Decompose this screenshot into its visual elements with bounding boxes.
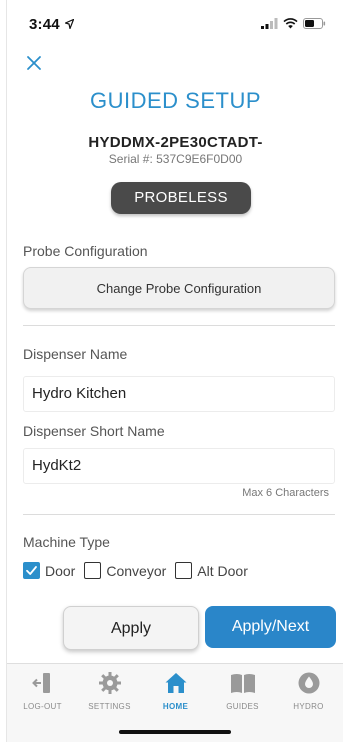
dispenser-name-label: Dispenser Name: [23, 346, 128, 362]
machine-type-conveyor-checkbox[interactable]: Conveyor: [84, 562, 166, 579]
logout-icon: [31, 673, 50, 693]
tab-log-out[interactable]: LOG-OUT: [9, 664, 76, 722]
checkbox-unchecked-icon: [175, 562, 193, 579]
home-icon: [165, 673, 186, 693]
page-title: GUIDED SETUP: [89, 88, 262, 113]
tab-label: SETTINGS: [88, 702, 131, 711]
wifi-icon: [283, 18, 298, 29]
status-bar: 3:44: [7, 0, 343, 40]
home-indicator: [119, 730, 231, 734]
checkbox-unchecked-icon: [84, 562, 102, 579]
dispenser-short-name-label: Dispenser Short Name: [23, 423, 165, 439]
probeless-badge: PROBELESS: [111, 182, 251, 214]
apply-next-button[interactable]: Apply/Next: [205, 606, 336, 648]
tab-settings[interactable]: SETTINGS: [76, 664, 143, 722]
serial-number: Serial #: 537C9E6F0D00: [108, 152, 243, 166]
tab-home[interactable]: HOME: [142, 664, 209, 722]
close-icon[interactable]: [23, 52, 45, 74]
drop-icon: [298, 672, 319, 694]
status-icons: [261, 18, 326, 29]
checkbox-checked-icon: [23, 562, 40, 579]
dispenser-name-input[interactable]: Hydro Kitchen: [23, 376, 335, 412]
tab-guides[interactable]: GUIDES: [209, 664, 276, 722]
model-number: HYDDMX-2PE30CTADT-: [88, 134, 263, 151]
dispenser-short-name-input[interactable]: HydKt2: [23, 448, 335, 484]
checkbox-label: Door: [45, 562, 76, 579]
tab-bar: LOG-OUT SETTINGS HOME GUIDES HYDRO: [7, 663, 343, 742]
location-arrow-icon: [65, 19, 74, 29]
apply-button[interactable]: Apply: [63, 606, 199, 650]
status-time: 3:44: [29, 16, 60, 33]
gear-icon: [98, 672, 121, 694]
tab-label: HOME: [162, 702, 189, 711]
tab-label: GUIDES: [226, 702, 259, 711]
short-name-hint: Max 6 Characters: [242, 487, 329, 499]
divider: [23, 514, 335, 515]
book-icon: [230, 674, 255, 693]
change-probe-configuration-button[interactable]: Change Probe Configuration: [23, 267, 335, 309]
divider: [23, 325, 335, 326]
tab-label: LOG-OUT: [23, 702, 62, 711]
cellular-signal-icon: [261, 18, 278, 29]
machine-type-alt-door-checkbox[interactable]: Alt Door: [175, 562, 248, 579]
battery-icon: [303, 18, 326, 29]
app-screen: 3:44 GUIDED SETUP HYDDMX-2PE30CTADT- Ser…: [6, 0, 343, 742]
probe-configuration-label: Probe Configuration: [23, 243, 148, 259]
machine-type-label: Machine Type: [23, 534, 110, 550]
checkbox-label: Conveyor: [106, 562, 167, 579]
machine-type-door-checkbox[interactable]: Door: [23, 562, 75, 579]
checkbox-label: Alt Door: [197, 562, 248, 579]
machine-type-options: Door Conveyor Alt Door: [23, 562, 257, 579]
tab-hydro[interactable]: HYDRO: [275, 664, 342, 722]
tab-label: HYDRO: [293, 702, 324, 711]
